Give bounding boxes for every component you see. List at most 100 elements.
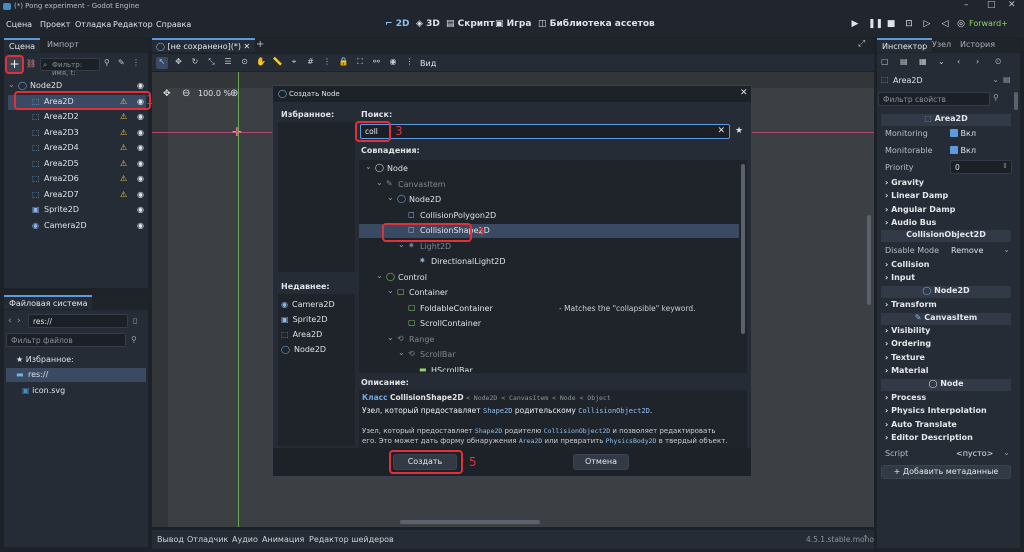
rotate-mode-icon[interactable]: ↻ [189,57,201,69]
group-linear-damp[interactable]: › Linear Damp [885,191,948,200]
file-filter-options-icon[interactable]: ⚲ [131,335,137,344]
group-gravity[interactable]: › Gravity [885,178,924,187]
section-node[interactable]: ◯ Node [881,379,1011,391]
load-resource-icon[interactable]: ▤ [900,57,908,66]
match-node2d[interactable]: ⌄ ◯ Node2D [359,193,739,207]
mode-game-button[interactable]: ▣ Игра [495,19,531,29]
prop-monitorable-checkbox[interactable]: Вкл [950,146,976,155]
tab-animation[interactable]: Анимация [262,535,304,544]
new-resource-icon[interactable]: ▢ [881,57,889,66]
play-icon[interactable]: ▶ [850,19,860,31]
prop-script-select[interactable]: <пусто> ⌄ [950,447,1012,460]
match-container[interactable]: ⌄ ▢ Container [359,286,739,300]
expand-panel-icon[interactable]: ⇡ [862,534,869,543]
smart-snap-icon[interactable]: ⌖ [288,57,300,69]
ruler-mode-icon[interactable]: 📏 [272,57,284,69]
visibility-eye-icon[interactable]: ◉ [137,221,146,230]
mode-script-button[interactable]: ▤ Скрипт [446,19,495,29]
move-mode-icon[interactable]: ✥ [173,57,185,69]
visibility-eye-icon[interactable]: ◉ [137,143,146,152]
match-range[interactable]: ⌄ ⟲ Range [359,333,739,347]
group-audio-bus[interactable]: › Audio Bus [885,218,936,227]
file-filter-input[interactable]: Фильтр файлов [6,333,126,347]
tab-audio[interactable]: Аудио [232,535,258,544]
matches-scrollbar[interactable] [741,164,745,334]
visibility-eye-icon[interactable]: ◉ [137,205,146,214]
resource-menu-icon[interactable]: ⌄ [938,57,945,66]
add-tab-icon[interactable]: + [256,39,264,50]
inspector-scrollbar[interactable] [1014,92,1018,110]
search-input[interactable]: coll ✕ [360,124,730,139]
tab-scene[interactable]: Сцена [4,38,41,52]
section-node2d[interactable]: ◯ Node2D [881,286,1011,298]
match-collisionpolygon2d[interactable]: ◻ CollisionPolygon2D [359,209,739,223]
recent-item[interactable]: ◉ Camera2D [281,300,335,309]
tab-import[interactable]: Импорт [42,38,84,52]
play-custom-icon[interactable]: ◁ [940,19,950,31]
movie-icon[interactable]: ◎ [956,19,966,31]
menu-help[interactable]: Справка [156,20,191,29]
match-directionallight2d[interactable]: ✷ DirectionalLight2D [359,255,739,269]
chevron-down-icon[interactable]: ⌄ [387,286,394,295]
tab-inspector[interactable]: Инспектор [877,38,933,52]
scene-node-area2d6[interactable]: ⬚ Area2D6 ⚠ ◉ [8,172,146,187]
group-input[interactable]: › Input [885,273,915,282]
add-metadata-button[interactable]: + Добавить метаданные [881,465,1011,479]
object-properties-icon[interactable]: ▤ [1003,75,1011,84]
section-area2d[interactable]: ⬚ Area2D [881,114,1011,126]
pivot-mode-icon[interactable]: ⊙ [239,57,251,69]
node-script-icon[interactable]: ✎ [118,58,128,70]
layout-toggle-icon[interactable]: ▯ [133,316,137,325]
chevron-down-icon[interactable]: ⌄ [8,80,15,89]
select-mode-icon[interactable]: ↖ [156,57,168,69]
save-resource-icon[interactable]: ▦ [919,57,927,66]
group-collision[interactable]: › Collision [885,260,929,269]
prop-disable-mode-select[interactable]: Remove ⌄ [948,244,1012,258]
zoom-out-icon[interactable]: ⊖ [182,88,190,99]
tab-shader-editor[interactable]: Редактор шейдеров [309,535,394,544]
grid-snap-icon[interactable]: # [305,57,317,69]
property-filter-options-icon[interactable]: ⚲ [993,93,999,102]
group-texture[interactable]: › Texture [885,353,925,362]
visibility-icon[interactable]: ◉ [387,57,399,69]
visibility-eye-icon[interactable]: ◉ [137,159,146,168]
group-material[interactable]: › Material [885,366,929,375]
pan-icon[interactable]: ✥ [163,89,171,99]
chevron-down-icon[interactable]: ⌄ [365,162,372,171]
snap-options-icon[interactable]: ⋮ [321,57,333,69]
scene-filter-input[interactable]: ⌕ Фильтр: имя, t: [40,58,100,77]
match-foldablecontainer[interactable]: ▢ FoldableContainer - Matches the "collaps… [359,302,739,316]
remote-debug-icon[interactable]: ⊡ [904,19,914,31]
match-control[interactable]: ⌄ ◯ Control [359,271,739,285]
scene-node-area2d3[interactable]: ⬚ Area2D3 ⚠ ◉ [8,126,146,141]
maximize-icon[interactable]: □ [987,0,996,10]
chevron-down-icon[interactable]: ⌄ [398,348,405,357]
pause-icon[interactable]: ❚❚ [868,19,883,31]
recent-item[interactable]: ▣ Sprite2D [281,315,328,324]
viewport-vscroll[interactable] [867,215,871,305]
group-visibility[interactable]: › Visibility [885,326,930,335]
chevron-down-icon[interactable]: ⌄ [387,333,394,342]
cancel-button[interactable]: Отмена [573,454,629,470]
tab-unsaved-scene[interactable]: ◯ [не сохранено](*) ✕ [152,38,256,52]
prop-monitoring-checkbox[interactable]: Вкл [950,129,976,138]
link-icon[interactable]: ⛓ [26,59,36,69]
chevron-down-icon[interactable]: ⌄ [376,178,383,187]
dialog-close-icon[interactable]: ✕ [740,88,748,98]
path-input[interactable]: res:// [28,314,128,328]
viewport-hscroll[interactable] [400,520,540,524]
zoom-in-icon[interactable]: ⊕ [230,88,238,99]
match-hscrollbar[interactable]: ▬ HScrollBar [359,364,739,373]
tab-output[interactable]: Вывод [157,535,184,544]
warning-icon[interactable]: ⚠ [120,190,129,199]
scene-menu-icon[interactable]: ⋮ [132,58,142,70]
back-icon[interactable]: ‹ [8,316,12,326]
group-process[interactable]: › Process [885,393,926,402]
tab-debugger[interactable]: Отладчик [187,535,228,544]
match-node[interactable]: ⌄ ◯ Node [359,162,739,176]
tab-filesystem[interactable]: Файловая система [4,295,93,309]
menu-debug[interactable]: Отладка [75,20,111,29]
recent-item[interactable]: ⬚ Area2D [281,330,322,339]
warning-icon[interactable]: ⚠ [120,174,129,183]
scene-node-sprite2d[interactable]: ▣ Sprite2D ◉ [8,203,146,218]
